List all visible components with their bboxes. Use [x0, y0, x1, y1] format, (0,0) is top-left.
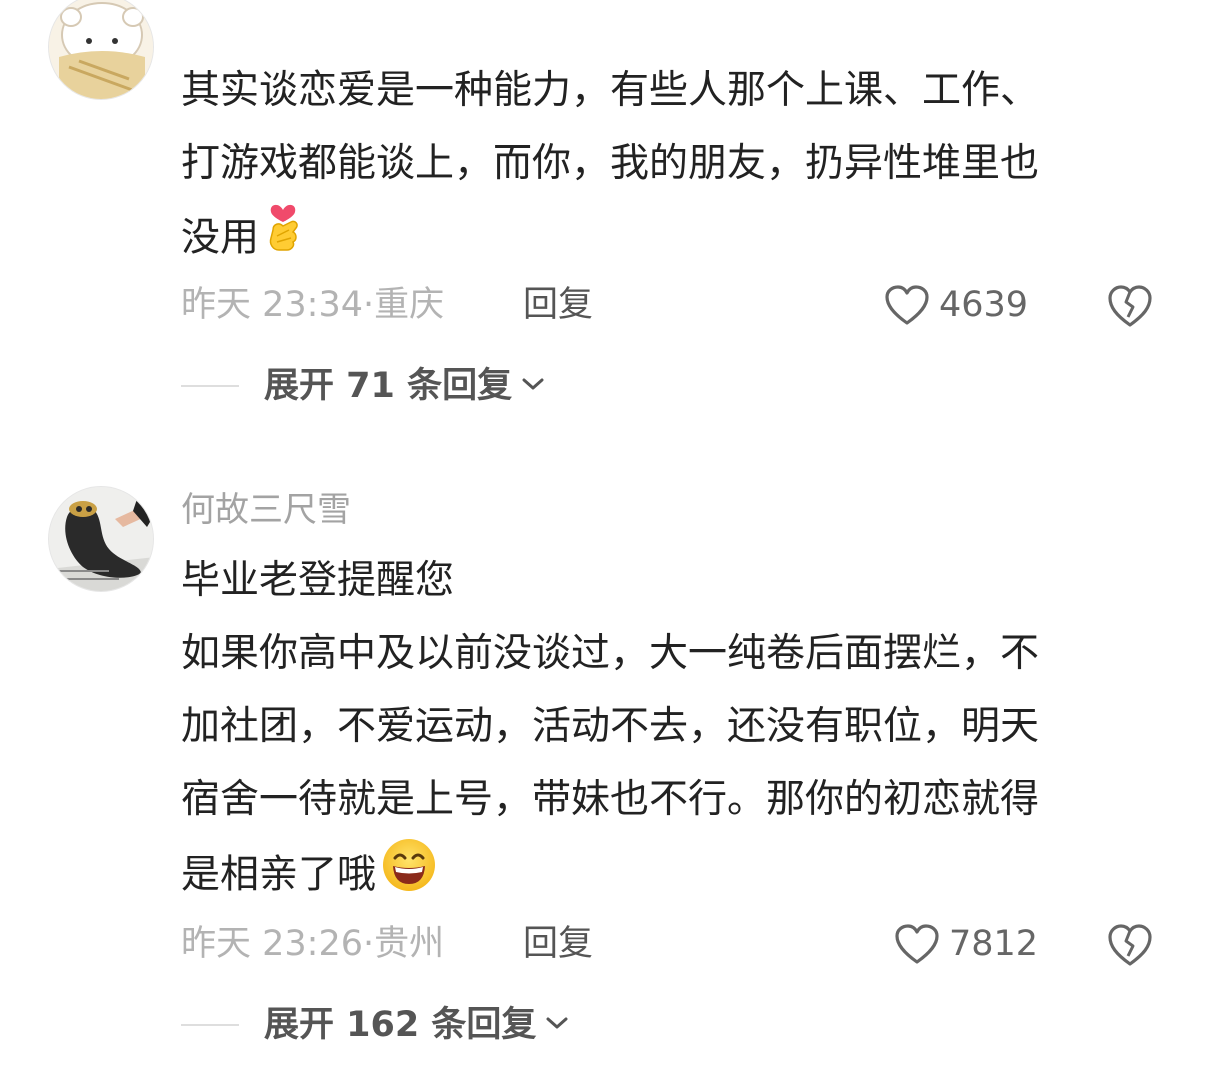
- comment-line: 如果你高中及以前没谈过，大一纯卷后面摆烂，不: [181, 631, 1040, 676]
- comment-text: 毕业老登提醒您 如果你高中及以前没谈过，大一纯卷后面摆烂，不 加社团，不爱运动，…: [181, 544, 1161, 909]
- divider-line: [181, 1024, 239, 1026]
- chevron-down-icon: [544, 1014, 570, 1036]
- comment-line: 毕业老登提醒您: [181, 558, 455, 603]
- comment-line: 是相亲了哦: [181, 852, 377, 898]
- comment-timestamp: 昨天 23:26·贵州: [181, 924, 445, 964]
- avatar[interactable]: [48, 486, 154, 592]
- broken-heart-icon: [1108, 924, 1152, 966]
- comment-line-wrap: 是相亲了哦: [181, 836, 1161, 909]
- username[interactable]: 何故三尺雪: [181, 490, 351, 530]
- dislike-button[interactable]: [1105, 922, 1155, 972]
- like-count: 7812: [949, 924, 1039, 964]
- reply-button[interactable]: 回复: [523, 922, 593, 966]
- like-button[interactable]: 7812: [893, 922, 1038, 966]
- grinning-face-emoji-icon: [380, 836, 438, 918]
- avatar-image: [49, 487, 153, 591]
- comment-item: 何故三尺雪 毕业老登提醒您 如果你高中及以前没谈过，大一纯卷后面摆烂，不 加社团…: [0, 0, 1205, 1069]
- comment-line: 宿舍一待就是上号，带妹也不行。那你的初恋就得: [181, 777, 1040, 822]
- expand-replies-button[interactable]: 展开 162 条回复: [181, 1003, 570, 1047]
- expand-replies-label: 展开 162 条回复: [264, 1005, 537, 1045]
- comment-line: 加社团，不爱运动，活动不去，还没有职位，明天: [181, 704, 1040, 749]
- heart-icon: [895, 924, 939, 964]
